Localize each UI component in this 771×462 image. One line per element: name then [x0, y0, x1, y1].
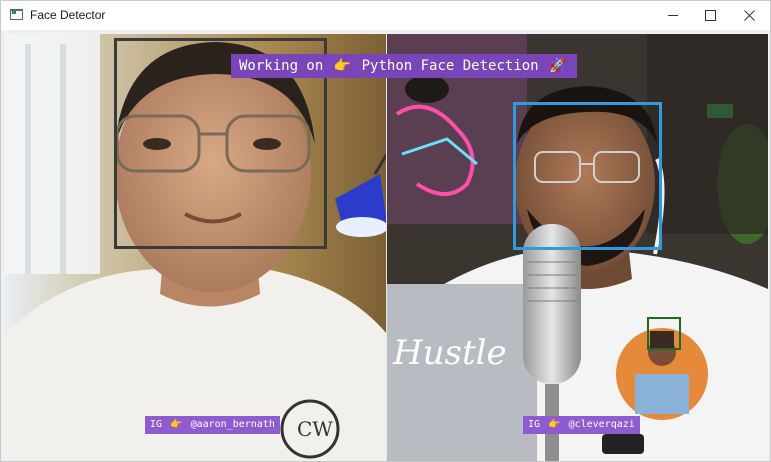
right-face-detection-box: [513, 102, 662, 250]
video-frame: CW Hustle Working on 👉 Python Face Detec…: [5, 34, 768, 461]
face-detector-window: Face Detector CW Hustle Working on 👉 Pyt…: [0, 0, 771, 462]
left-tag-handle: @aaron_bernath: [190, 419, 275, 430]
maximize-icon: [705, 10, 716, 21]
close-button[interactable]: [727, 1, 771, 30]
minimize-icon: [668, 15, 678, 16]
right-tag-handle: @cleverqazi: [568, 419, 635, 430]
pointing-hand-icon: 👉: [548, 419, 561, 430]
svg-text:CW: CW: [297, 417, 333, 441]
close-icon: [744, 10, 755, 21]
rocket-icon: 🚀: [549, 58, 567, 74]
left-tag-prefix: IG: [150, 419, 163, 430]
left-instagram-tag: IG 👉 @aaron_bernath: [145, 416, 280, 434]
right-video-panel: Hustle: [387, 34, 768, 461]
laptop-sticker-text: Hustle: [392, 333, 507, 373]
shirt-face-detection-box: [647, 317, 681, 350]
title-overlay-banner: Working on 👉 Python Face Detection 🚀: [231, 54, 577, 78]
banner-prefix: Working on: [239, 58, 324, 74]
app-window-icon: [10, 9, 23, 20]
pointing-hand-icon: 👉: [333, 58, 352, 74]
left-video-panel: CW: [5, 34, 387, 461]
banner-text: Python Face Detection: [361, 58, 539, 74]
window-title: Face Detector: [30, 8, 106, 22]
pointing-hand-icon: 👉: [170, 419, 183, 430]
right-tag-prefix: IG: [528, 419, 541, 430]
title-bar[interactable]: Face Detector: [1, 1, 770, 30]
right-instagram-tag: IG 👉 @cleverqazi: [523, 416, 640, 434]
